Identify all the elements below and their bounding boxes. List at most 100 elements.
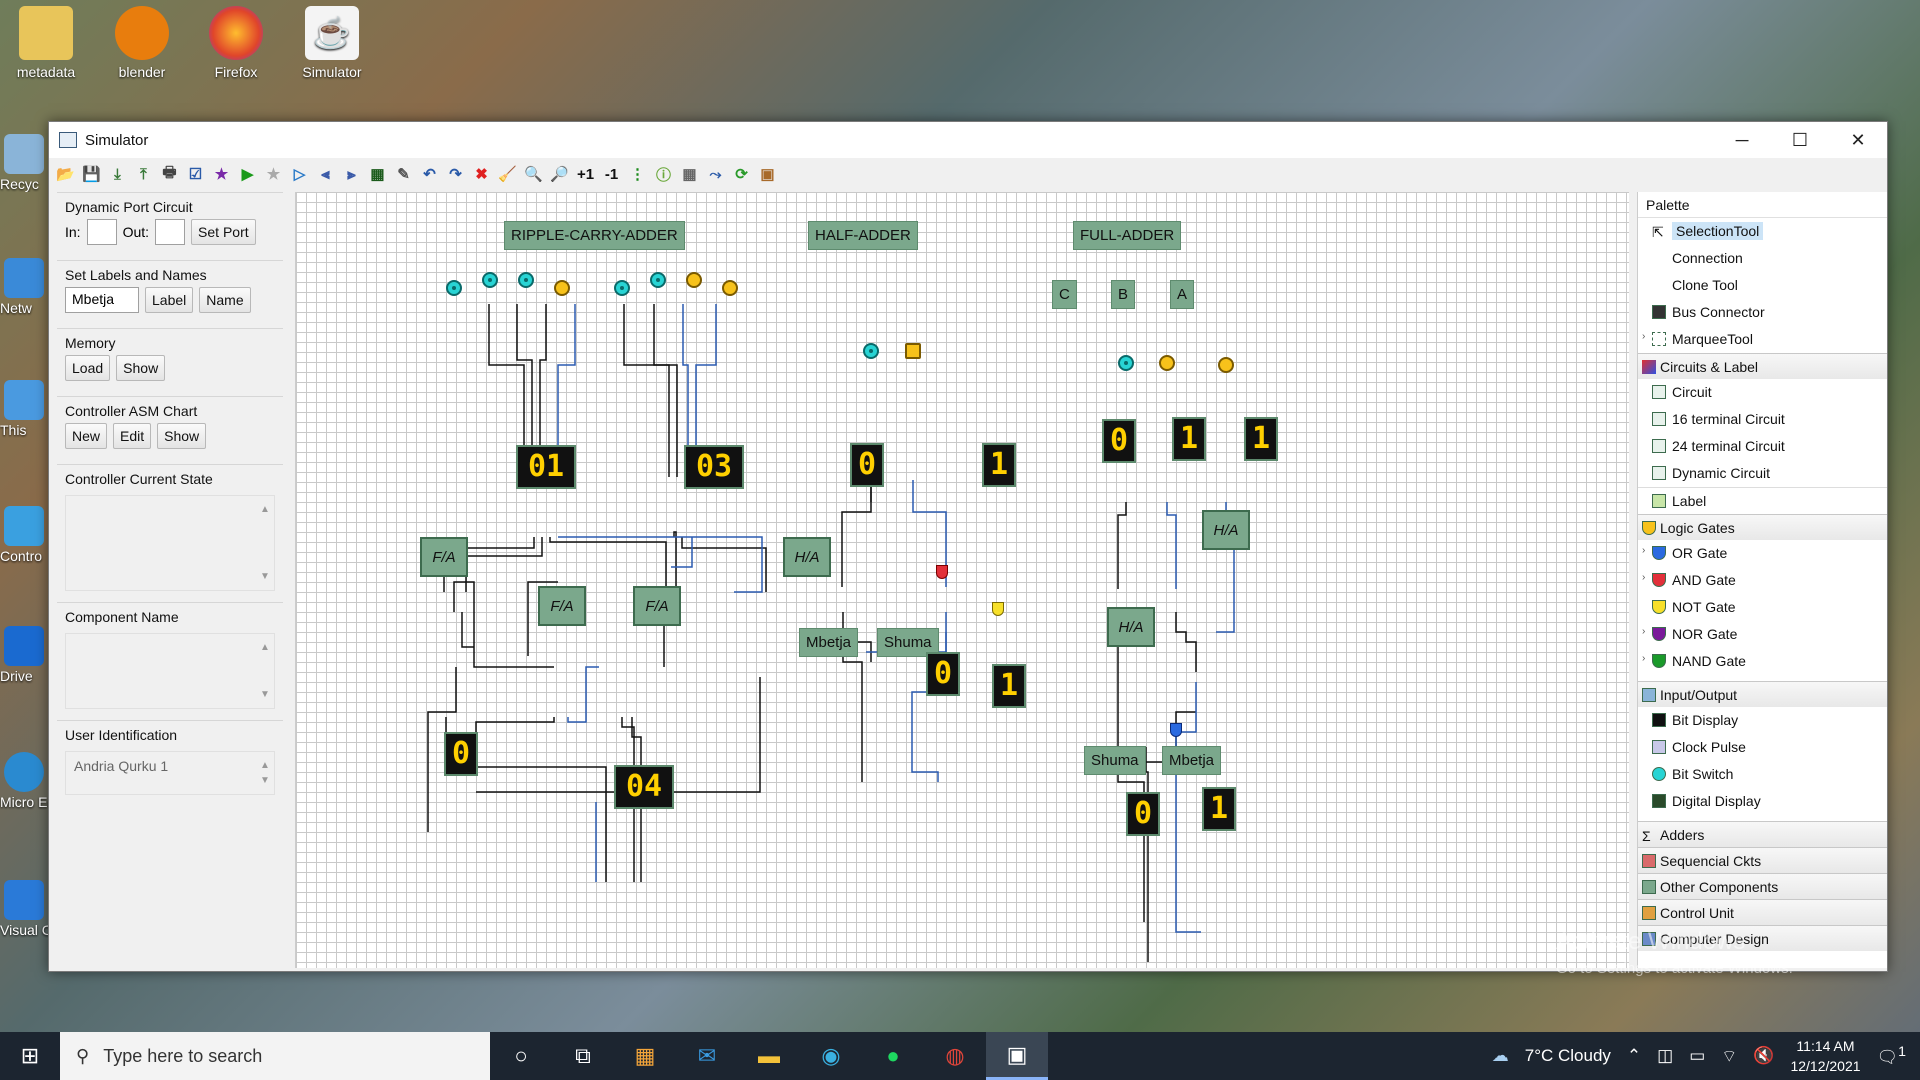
taskbar-search[interactable]: ⚲ Type here to search: [60, 1032, 490, 1080]
plus-one-icon[interactable]: +1: [575, 164, 596, 185]
palette-bit-switch[interactable]: Bit Switch: [1638, 761, 1887, 788]
desktop-icon-drive[interactable]: Drive: [0, 626, 48, 684]
clear-icon[interactable]: 🧹: [497, 164, 518, 185]
bit-display[interactable]: 0: [926, 652, 960, 696]
palette-dynamic-circuit[interactable]: Dynamic Circuit: [1638, 460, 1887, 487]
redo-icon[interactable]: ↷: [445, 164, 466, 185]
desktop-icon-metadata[interactable]: metadata: [6, 6, 86, 80]
asm-new-button[interactable]: New: [65, 423, 108, 449]
export-icon[interactable]: ⤓: [107, 164, 128, 185]
expand-arrow-icon[interactable]: ›: [1642, 572, 1645, 583]
volume-icon[interactable]: 🔇: [1753, 1046, 1774, 1066]
bit-indicator[interactable]: [1159, 355, 1175, 371]
scroll-down-icon[interactable]: ▼: [260, 571, 270, 582]
notifications-icon[interactable]: 🗨1: [1877, 1044, 1906, 1068]
palette-and-gate[interactable]: › AND Gate: [1638, 567, 1887, 594]
start-button[interactable]: ⊞: [0, 1032, 60, 1080]
palette-24-terminal-circuit[interactable]: 24 terminal Circuit: [1638, 433, 1887, 460]
scrollbar[interactable]: ▲ ▼: [260, 760, 270, 786]
desktop-icon-this-pc[interactable]: This: [0, 380, 48, 438]
palette-label[interactable]: Label: [1638, 487, 1887, 514]
bit-switch[interactable]: [1118, 355, 1134, 371]
palette-marquee-tool[interactable]: › MarqueeTool: [1638, 326, 1887, 353]
palette-digital-display[interactable]: Digital Display: [1638, 788, 1887, 815]
desktop-icon-control[interactable]: Contro: [0, 506, 48, 564]
scroll-down-icon[interactable]: ▼: [260, 775, 270, 786]
fa-output-label-mbetja[interactable]: Mbetja: [1162, 746, 1222, 775]
scrollbar[interactable]: ▲ ▼: [260, 504, 270, 582]
scroll-down-icon[interactable]: ▼: [260, 689, 270, 700]
palette-or-gate[interactable]: › OR Gate: [1638, 540, 1887, 567]
load-button[interactable]: Load: [65, 355, 111, 381]
bit-switch[interactable]: [863, 343, 879, 359]
a-label[interactable]: A: [1170, 280, 1195, 309]
timing-icon[interactable]: ⋮: [627, 164, 648, 185]
bit-display[interactable]: 1: [1202, 787, 1236, 831]
b-label[interactable]: B: [1111, 280, 1136, 309]
bit-indicator[interactable]: [722, 280, 738, 296]
memory-show-button[interactable]: Show: [116, 355, 166, 381]
desktop-icon-recycle[interactable]: Recyc: [0, 134, 48, 192]
full-adder-block[interactable]: F/A: [420, 537, 468, 577]
bit-switch[interactable]: [650, 272, 666, 288]
palette-circuit[interactable]: Circuit: [1638, 379, 1887, 406]
align-right-icon[interactable]: ⫸: [341, 164, 362, 185]
run-icon[interactable]: ▶: [237, 164, 258, 185]
palette-clock-pulse[interactable]: Clock Pulse: [1638, 734, 1887, 761]
palette-bus-connector[interactable]: Bus Connector: [1638, 299, 1887, 326]
label-name-field[interactable]: Mbetja: [65, 287, 139, 313]
out-field[interactable]: [155, 219, 186, 245]
chrome-icon[interactable]: ◍: [924, 1032, 986, 1080]
desktop-icon-blender[interactable]: blender: [102, 6, 182, 80]
close-button[interactable]: ✕: [1829, 122, 1887, 158]
scrollbar[interactable]: ▲ ▼: [260, 642, 270, 700]
ha-output-label-mbetja[interactable]: Mbetja: [799, 628, 859, 657]
open-icon[interactable]: 📂: [55, 164, 76, 185]
cortana-icon[interactable]: ○: [490, 1032, 552, 1080]
zoom-out-icon[interactable]: 🔎: [549, 164, 570, 185]
rca-title-label[interactable]: RIPPLE-CARRY-ADDER: [504, 221, 685, 250]
refresh-icon[interactable]: ⟳: [731, 164, 752, 185]
c-label[interactable]: C: [1052, 280, 1077, 309]
or-gate-icon[interactable]: [1170, 723, 1182, 737]
asm-show-button[interactable]: Show: [157, 423, 207, 449]
palette-not-gate[interactable]: NOT Gate: [1638, 594, 1887, 621]
label-button[interactable]: Label: [145, 287, 194, 313]
state-textarea[interactable]: ▲ ▼: [65, 495, 275, 591]
palette-selection-tool[interactable]: ⇱ SelectionTool: [1638, 218, 1887, 245]
edge-icon[interactable]: ◉: [800, 1032, 862, 1080]
bit-display[interactable]: 1: [982, 443, 1016, 487]
store-icon[interactable]: ▦: [614, 1032, 676, 1080]
simulator-taskbar-icon[interactable]: ▣: [986, 1032, 1048, 1080]
maximize-button[interactable]: ☐: [1771, 122, 1829, 158]
chip-icon[interactable]: ▣: [757, 164, 778, 185]
palette-bit-display[interactable]: Bit Display: [1638, 707, 1887, 734]
bit-indicator[interactable]: [1218, 357, 1234, 373]
bit-display[interactable]: 1: [1244, 417, 1278, 461]
or-gate-icon[interactable]: [992, 602, 1004, 616]
battery-icon[interactable]: ▭: [1689, 1046, 1705, 1066]
digital-display[interactable]: 01: [516, 445, 576, 489]
print-icon[interactable]: 🖶: [159, 164, 180, 185]
route-icon[interactable]: ⤳: [705, 164, 726, 185]
expand-arrow-icon[interactable]: ›: [1642, 653, 1645, 664]
align-left-icon[interactable]: ⫷: [315, 164, 336, 185]
grid-icon[interactable]: ▦: [679, 164, 700, 185]
clock-pulse[interactable]: [905, 343, 921, 359]
scroll-up-icon[interactable]: ▲: [260, 504, 270, 515]
clock[interactable]: 11:14 AM 12/12/2021: [1790, 1036, 1860, 1076]
bit-indicator[interactable]: [554, 280, 570, 296]
monitor-icon[interactable]: ▦: [367, 164, 388, 185]
info-icon[interactable]: ⓘ: [653, 164, 674, 185]
half-adder-block[interactable]: H/A: [1107, 607, 1155, 647]
palette-category-other[interactable]: Other Components: [1638, 873, 1887, 899]
palette-clone-tool[interactable]: Clone Tool: [1638, 272, 1887, 299]
half-adder-block[interactable]: H/A: [1202, 510, 1250, 550]
bit-switch[interactable]: [446, 280, 462, 296]
minimize-button[interactable]: ─: [1713, 122, 1771, 158]
edit-icon[interactable]: ✎: [393, 164, 414, 185]
bit-display[interactable]: 0: [1102, 419, 1136, 463]
wifi-icon[interactable]: ⌔: [1721, 1046, 1737, 1067]
chevron-up-icon[interactable]: ⌃: [1627, 1046, 1641, 1066]
task-view-icon[interactable]: ⧉: [552, 1032, 614, 1080]
